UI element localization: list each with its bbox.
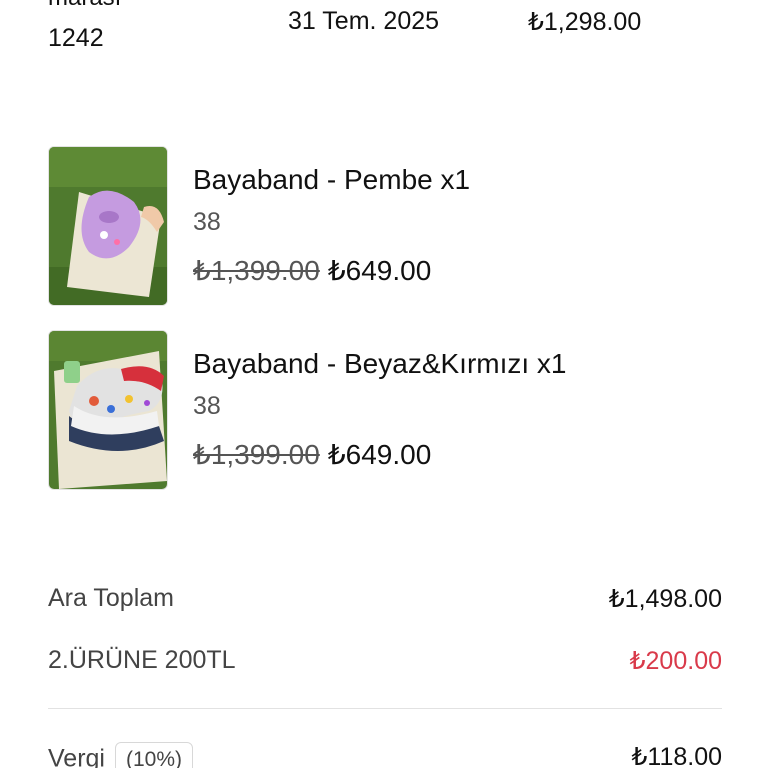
- tax-value: ₺118.00: [631, 743, 722, 768]
- subtotal-row: Ara Toplam ₺1,498.00: [48, 584, 722, 624]
- product-item[interactable]: Bayaband - Pembe x1 38 ₺1,399.00 ₺649.00: [48, 146, 728, 306]
- discount-row: 2.ÜRÜNE 200TL ₺200.00: [48, 646, 722, 686]
- order-date: 31 Tem. 2025: [288, 7, 440, 35]
- discount-label: 2.ÜRÜNE 200TL: [48, 646, 236, 674]
- order-details-page: marası 1242 31 Tem. 2025 ₺1,298.00 Bayab…: [0, 0, 768, 768]
- tax-row: Vergi (10%) ₺118.00: [48, 742, 722, 768]
- order-number: 1242: [48, 24, 104, 52]
- product-original-price: ₺1,399.00: [193, 439, 320, 470]
- subtotal-label: Ara Toplam: [48, 584, 174, 612]
- product-sale-price: ₺649.00: [327, 255, 432, 286]
- product-prices: ₺1,399.00 ₺649.00: [193, 438, 431, 471]
- summary-divider: [48, 708, 722, 709]
- subtotal-value: ₺1,498.00: [608, 585, 722, 613]
- product-prices: ₺1,399.00 ₺649.00: [193, 254, 431, 287]
- product-size: 38: [193, 208, 221, 236]
- product-name[interactable]: Bayaband - Pembe x1: [193, 164, 470, 196]
- product-name[interactable]: Bayaband - Beyaz&Kırmızı x1: [193, 348, 567, 380]
- product-image[interactable]: [48, 146, 168, 306]
- product-item[interactable]: Bayaband - Beyaz&Kırmızı x1 38 ₺1,399.00…: [48, 330, 728, 490]
- discount-value: ₺200.00: [629, 647, 722, 675]
- tax-label: Vergi: [48, 744, 105, 768]
- product-sale-price: ₺649.00: [327, 439, 432, 470]
- tax-label-group: Vergi (10%): [48, 742, 194, 768]
- product-image[interactable]: [48, 330, 168, 490]
- order-number-label: marası: [48, 0, 121, 12]
- order-total: ₺1,298.00: [528, 8, 642, 36]
- product-size: 38: [193, 392, 221, 420]
- product-original-price: ₺1,399.00: [193, 255, 320, 286]
- tax-rate-badge: (10%): [114, 742, 194, 768]
